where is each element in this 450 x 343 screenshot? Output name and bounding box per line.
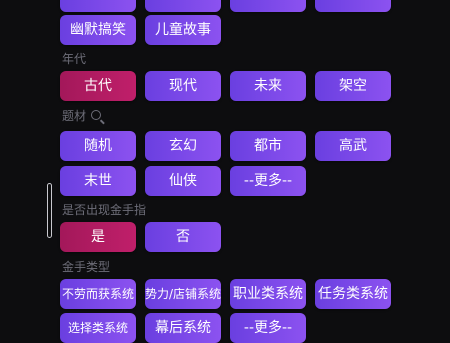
theme-option-apocalypse[interactable]: 末世 xyxy=(60,166,136,196)
golden-finger-label: 是否出现金手指 xyxy=(62,203,147,217)
theme-option-gaowu[interactable]: 高武 xyxy=(315,131,391,161)
search-icon[interactable] xyxy=(91,110,101,120)
finger-type-option-6[interactable]: 幕后系统 xyxy=(145,313,221,343)
golden-finger-yes[interactable]: 是 xyxy=(60,222,136,252)
finger-type-option-more[interactable]: --更多-- xyxy=(230,313,306,343)
golden-finger-no[interactable]: 否 xyxy=(145,222,221,252)
theme-option-urban[interactable]: 都市 xyxy=(230,131,306,161)
theme-label: 题材 xyxy=(62,109,87,123)
era-option-modern[interactable]: 现代 xyxy=(145,71,221,101)
option-button-top-4[interactable] xyxy=(315,0,391,12)
option-button-children-story[interactable]: 儿童故事 xyxy=(145,15,221,45)
option-button-top-2[interactable] xyxy=(145,0,221,12)
theme-option-random[interactable]: 随机 xyxy=(60,131,136,161)
option-button-top-1[interactable] xyxy=(60,0,136,12)
finger-type-option-2[interactable]: 势力/店铺系统 xyxy=(145,279,221,309)
finger-type-label: 金手类型 xyxy=(62,260,111,274)
finger-type-option-5[interactable]: 选择类系统 xyxy=(60,313,136,343)
theme-option-xianxia[interactable]: 仙侠 xyxy=(145,166,221,196)
finger-type-option-4[interactable]: 任务类系统 xyxy=(315,279,391,309)
era-option-future[interactable]: 未来 xyxy=(230,71,306,101)
scroll-handle[interactable] xyxy=(47,183,52,238)
era-label: 年代 xyxy=(62,52,87,66)
era-option-fictional[interactable]: 架空 xyxy=(315,71,391,101)
era-option-ancient[interactable]: 古代 xyxy=(60,71,136,101)
theme-option-xuanhuan[interactable]: 玄幻 xyxy=(145,131,221,161)
finger-type-option-3[interactable]: 职业类系统 xyxy=(230,279,306,309)
option-button-top-3[interactable] xyxy=(230,0,306,12)
finger-type-option-1[interactable]: 不劳而获系统 xyxy=(60,279,136,309)
option-button-humor[interactable]: 幽默搞笑 xyxy=(60,15,136,45)
theme-option-more[interactable]: --更多-- xyxy=(230,166,306,196)
